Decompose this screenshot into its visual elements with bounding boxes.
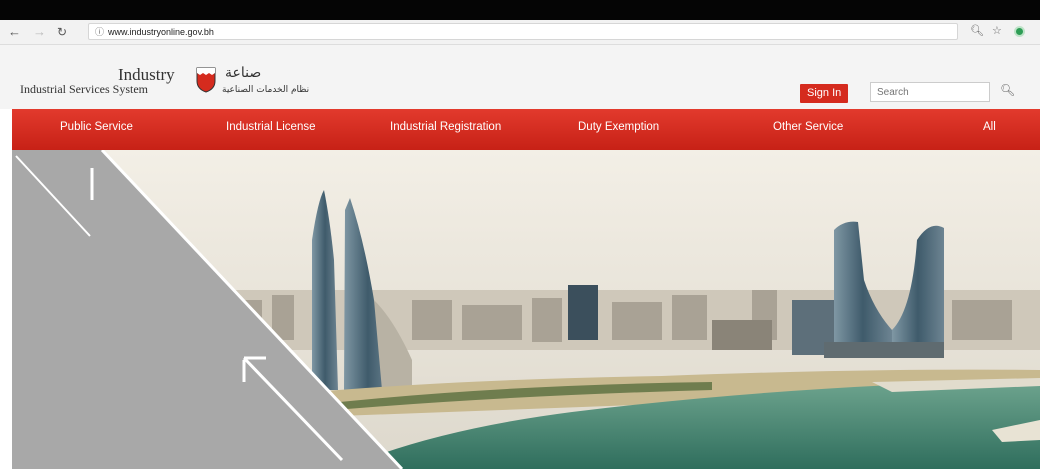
hero-banner (12, 150, 1040, 469)
site-header: Industry Industrial Services System صناع… (0, 45, 1040, 109)
back-arrow-icon[interactable]: ← (8, 23, 21, 41)
logo-subtitle-ar: نظام الخدمات الصناعية (222, 85, 310, 95)
extension-icon[interactable] (1014, 26, 1025, 37)
bahrain-emblem-icon (196, 67, 216, 93)
browser-toolbar: ← → ↻ ⓘ www.industryonline.gov.bh 🔍︎ ☆ (0, 20, 1040, 45)
zoom-icon[interactable]: 🔍︎ (970, 24, 984, 37)
forward-arrow-icon[interactable]: → (33, 23, 46, 41)
main-nav: Public Service Industrial License Indust… (12, 109, 1040, 150)
nav-other-service[interactable]: Other Service (773, 121, 843, 133)
nav-public-service[interactable]: Public Service (60, 121, 133, 133)
logo-subtitle-en: Industrial Services System (20, 82, 148, 96)
nav-duty-exemption[interactable]: Duty Exemption (578, 121, 659, 133)
address-bar[interactable]: ⓘ www.industryonline.gov.bh (88, 23, 958, 40)
nav-industrial-license[interactable]: Industrial License (226, 121, 316, 133)
hero-skyline-image (12, 150, 1040, 469)
search-icon[interactable]: 🔍︎ (1000, 83, 1015, 97)
search-input[interactable] (870, 82, 990, 102)
bookmark-star-icon[interactable]: ☆ (992, 24, 1002, 37)
info-icon[interactable]: ⓘ (95, 27, 104, 37)
screen-top-bar (0, 0, 1040, 20)
nav-all[interactable]: All (983, 121, 996, 133)
reload-icon[interactable]: ↻ (57, 23, 67, 41)
sign-in-button[interactable]: Sign In (800, 84, 849, 103)
nav-industrial-registration[interactable]: Industrial Registration (390, 121, 501, 133)
url-text: www.industryonline.gov.bh (108, 27, 214, 37)
logo-title-ar: صناعة (225, 65, 262, 81)
